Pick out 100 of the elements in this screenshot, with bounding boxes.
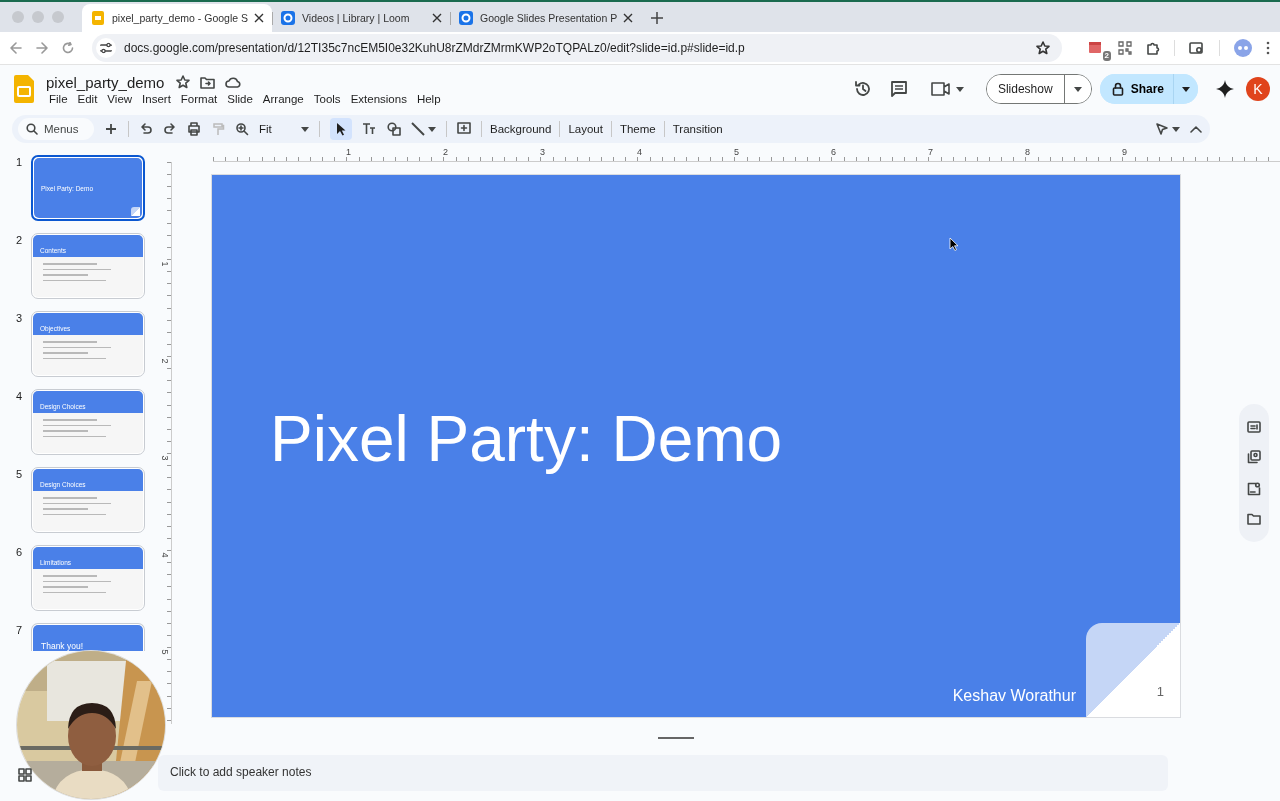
caret-icon: [1073, 86, 1082, 92]
sparkle-icon[interactable]: [1216, 80, 1234, 98]
caret-icon[interactable]: [1172, 126, 1180, 132]
select-tool-button[interactable]: [330, 118, 352, 140]
caret-icon: [1182, 86, 1190, 92]
menu-item[interactable]: Arrange: [257, 92, 309, 105]
folder-move-icon[interactable]: [200, 75, 216, 89]
mouse-cursor-icon: [949, 237, 959, 251]
more-icon[interactable]: [1266, 41, 1270, 55]
ruler-number: 7: [927, 147, 934, 159]
line-icon[interactable]: [411, 122, 425, 136]
ruler-number: 3: [539, 147, 546, 159]
menu-item[interactable]: File: [44, 92, 73, 105]
ruler-number: 2: [159, 358, 170, 363]
slide-title[interactable]: Pixel Party: Demo: [270, 403, 783, 475]
shape-icon[interactable]: [387, 122, 401, 136]
slides-favicon-icon: [90, 10, 106, 26]
close-icon[interactable]: [432, 13, 442, 23]
menu-item[interactable]: Extensions: [345, 92, 412, 105]
slide-thumbnail[interactable]: Thank you!: [31, 623, 145, 651]
keep-notes-icon[interactable]: [1247, 420, 1261, 433]
grid-icon[interactable]: [18, 768, 32, 782]
slide-number: 6: [16, 546, 22, 558]
puzzle-icon[interactable]: [1146, 41, 1160, 55]
menu-item[interactable]: Tools: [308, 92, 346, 105]
ruler-number: 2: [442, 147, 449, 159]
count-badge: 2: [1102, 51, 1111, 61]
tab-search-icon[interactable]: [1189, 41, 1205, 55]
toolbar-button[interactable]: Background: [490, 123, 552, 135]
new-tab-icon[interactable]: [651, 12, 664, 24]
ruler-number: 1: [345, 147, 352, 159]
close-icon[interactable]: [254, 13, 264, 23]
caret-icon[interactable]: [428, 126, 436, 132]
ruler-number: 3: [159, 455, 170, 460]
menu-item[interactable]: Help: [411, 92, 446, 105]
slideshow-dropdown-button[interactable]: [1064, 75, 1091, 103]
reload-icon[interactable]: [62, 42, 74, 54]
slide-number: 3: [16, 312, 22, 324]
close-icon[interactable]: [623, 13, 634, 23]
slide-number: 7: [16, 624, 22, 636]
author-name[interactable]: Keshav Worathur: [952, 687, 1076, 705]
slide-number: 4: [16, 390, 22, 402]
menu-item[interactable]: Format: [175, 92, 223, 105]
caret-icon[interactable]: [955, 86, 964, 92]
share-button[interactable]: Share: [1099, 74, 1174, 104]
page-number: 1: [1156, 684, 1164, 699]
ruler-number: 5: [733, 147, 740, 159]
contact-card-icon[interactable]: [1247, 481, 1261, 496]
forward-icon[interactable]: [36, 42, 48, 54]
toolbar-button[interactable]: Transition: [672, 123, 723, 135]
slide-number: 2: [16, 234, 22, 246]
history-icon[interactable]: [853, 80, 872, 98]
slide-number: 5: [16, 468, 22, 480]
menu-item[interactable]: Edit: [72, 92, 103, 105]
ruler-number: 4: [159, 552, 170, 557]
back-icon[interactable]: [10, 42, 22, 54]
stacked-images-icon[interactable]: [1247, 450, 1261, 465]
address-bar[interactable]: docs.google.com/presentation/d/12TI35c7ncEM5I0e32KuhU8rZMdrZMrmKWP2oTQPALz0/edit?slide=id.p#slide=id.p: [92, 34, 1062, 62]
add-icon[interactable]: [104, 122, 118, 136]
redo-icon[interactable]: [163, 122, 177, 136]
resize-handle[interactable]: [658, 737, 694, 739]
calendar-extension-icon[interactable]: [1088, 40, 1102, 54]
undo-icon[interactable]: [139, 122, 153, 136]
site-settings-icon[interactable]: [96, 38, 116, 58]
menu-item[interactable]: View: [102, 92, 138, 105]
toolbar-button[interactable]: Theme: [619, 123, 656, 135]
pointer-icon[interactable]: [1155, 122, 1169, 136]
cloud-icon[interactable]: [225, 76, 242, 88]
chevron-up-icon[interactable]: [1190, 125, 1202, 133]
browser-tab[interactable]: pixel_party_demo - Google S: [82, 4, 272, 32]
comment-add-icon[interactable]: [457, 122, 471, 136]
print-icon[interactable]: [187, 122, 201, 136]
lock-icon: [1111, 82, 1124, 96]
star-icon[interactable]: [1036, 41, 1050, 55]
document-title[interactable]: pixel_party_demo: [44, 73, 167, 91]
caret-icon: [301, 126, 309, 132]
page-curl-icon: [131, 207, 140, 216]
browser-tab[interactable]: Videos | Library | Loom: [272, 4, 450, 32]
menu-item[interactable]: Slide: [222, 92, 258, 105]
menu-item[interactable]: Insert: [137, 92, 176, 105]
qr-code-icon[interactable]: [1118, 41, 1132, 55]
zoom-dropdown[interactable]: Fit: [259, 123, 309, 135]
zoom-icon[interactable]: [235, 122, 249, 136]
folder-icon[interactable]: [1247, 513, 1261, 526]
url-text: docs.google.com/presentation/d/12TI35c7ncEM5I0e32KuhU8rZMdrZMrmKWP2oTQPALz0/edit?slide=id.p#slide=id.p: [124, 41, 746, 55]
browser-tab[interactable]: Google Slides Presentation P: [450, 4, 642, 32]
star-icon[interactable]: [176, 75, 191, 89]
menu-search-field[interactable]: Menus: [18, 118, 94, 140]
comment-icon[interactable]: [889, 80, 908, 98]
text-box-icon[interactable]: [362, 122, 377, 136]
account-avatar[interactable]: K: [1246, 77, 1270, 101]
ruler-number: 5: [159, 649, 170, 654]
video-camera-icon[interactable]: [929, 82, 950, 96]
toolbar-button[interactable]: Layout: [568, 123, 603, 135]
ruler-number: 1: [159, 261, 170, 266]
slideshow-button[interactable]: Slideshow: [986, 75, 1065, 103]
speaker-notes-field[interactable]: Click to add speaker notes: [158, 755, 1168, 791]
ruler-number: 4: [636, 147, 643, 159]
slide-number: 1: [16, 156, 22, 168]
thumbnail-title: Thank you!: [40, 641, 85, 651]
